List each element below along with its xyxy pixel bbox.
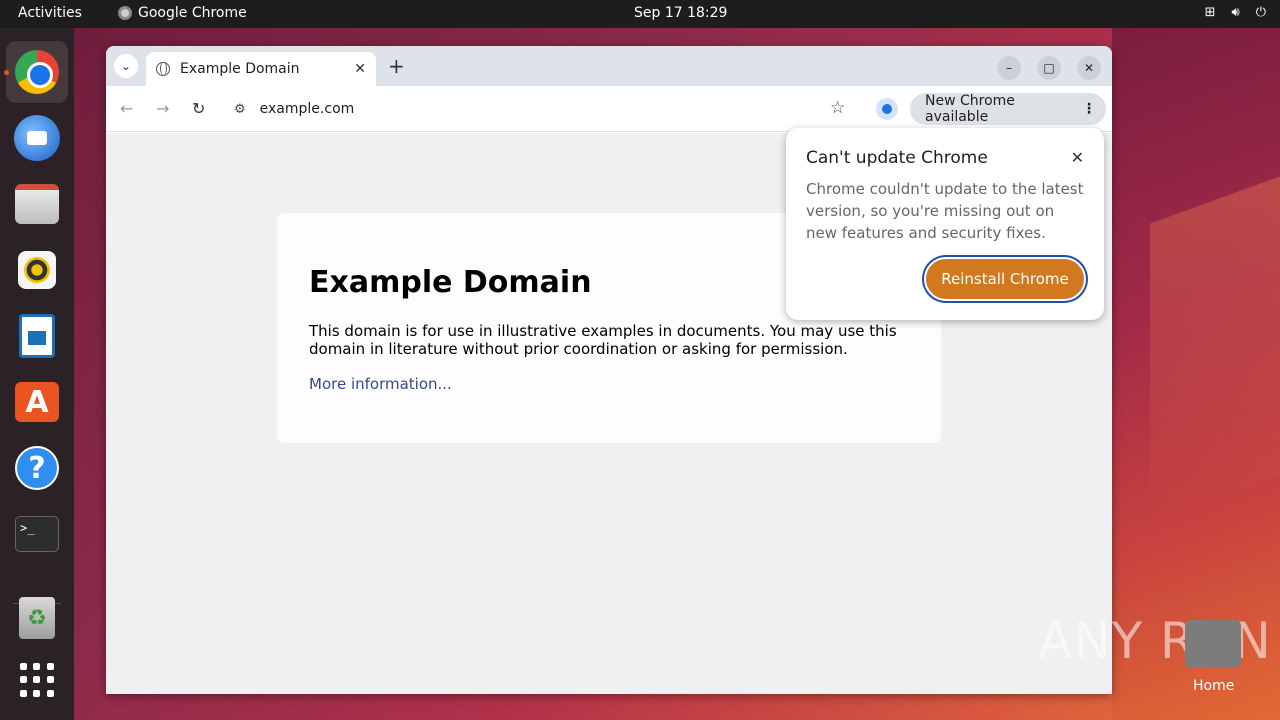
dock-help[interactable]: ? [13,444,61,492]
more-vert-icon[interactable]: ⋮ [1082,101,1096,117]
dock-app-center[interactable]: A [13,378,61,426]
url-text: example.com [259,101,355,117]
help-icon: ? [15,446,59,490]
toolbar: ← → ↻ ⚙ example.com ☆ New Chrome availab… [106,86,1112,132]
site-info-icon[interactable]: ⚙ [234,102,246,117]
maximize-button[interactable]: □ [1037,56,1061,80]
reload-icon[interactable]: ↻ [192,99,205,118]
globe-icon [156,62,170,76]
dock-rhythmbox[interactable] [13,246,61,294]
address-bar[interactable]: ⚙ example.com [224,93,864,125]
tab-strip: ⌄ Example Domain ✕ + – □ ✕ [106,46,1112,86]
running-indicator [4,70,9,75]
minimize-button[interactable]: – [997,56,1021,80]
dock-chrome[interactable] [6,41,68,103]
dock: A ? >_ ♻ [0,28,74,720]
bookmark-star-icon[interactable]: ☆ [830,98,845,118]
thunderbird-icon [14,115,60,161]
close-window-button[interactable]: ✕ [1077,56,1101,80]
tab-search-button[interactable]: ⌄ [114,54,138,78]
close-icon[interactable]: ✕ [1071,148,1084,167]
trash-icon: ♻ [19,597,55,639]
new-tab-button[interactable]: + [388,54,405,78]
tab-title: Example Domain [180,61,300,77]
update-error-popup: Can't update Chrome ✕ Chrome couldn't up… [786,128,1104,320]
popup-title: Can't update Chrome [806,148,988,168]
grid-icon [20,663,54,697]
volume-icon: 🔊︎ [1231,5,1240,20]
rhythmbox-icon [18,251,56,289]
system-tray[interactable]: ⊞ 🔊︎ ⏻ [1205,5,1266,20]
profile-icon[interactable] [876,98,898,120]
terminal-icon: >_ [15,516,59,552]
dock-trash[interactable]: ♻ [13,594,61,642]
more-info-link[interactable]: More information... [309,375,452,393]
app-center-icon: A [15,382,59,422]
files-icon [15,184,59,224]
home-folder-label: Home [1193,678,1235,694]
popup-body: Chrome couldn't update to the latest ver… [806,180,1084,242]
app-menu[interactable]: Google Chrome [118,5,247,21]
chrome-icon [118,6,132,20]
forward-icon[interactable]: → [156,99,169,118]
close-icon[interactable]: ✕ [354,61,366,77]
update-chip-label: New Chrome available [925,93,1015,125]
page-paragraph: This domain is for use in illustrative e… [309,322,897,358]
writer-icon [19,314,55,358]
chevron-down-icon: ⌄ [120,59,132,73]
power-icon: ⏻ [1255,5,1266,20]
chrome-icon [15,50,59,94]
show-apps-button[interactable] [13,656,61,704]
network-icon: ⊞ [1204,5,1216,20]
dock-writer[interactable] [13,312,61,360]
app-name: Google Chrome [138,5,247,21]
home-folder-icon[interactable] [1185,620,1241,668]
back-icon[interactable]: ← [120,99,133,118]
activities-button[interactable]: Activities [18,5,82,21]
dock-thunderbird[interactable] [13,114,61,162]
top-bar: Activities Google Chrome Sep 17 18:29 ⊞ … [0,0,1280,28]
tab-example-domain[interactable]: Example Domain ✕ [146,52,376,86]
dock-files[interactable] [13,180,61,228]
update-chip[interactable]: New Chrome available ⋮ [910,93,1106,125]
wallpaper-accent [1150,176,1280,524]
reinstall-chrome-button[interactable]: Reinstall Chrome [924,257,1086,301]
clock[interactable]: Sep 17 18:29 [634,5,727,21]
dock-terminal[interactable]: >_ [13,510,61,558]
